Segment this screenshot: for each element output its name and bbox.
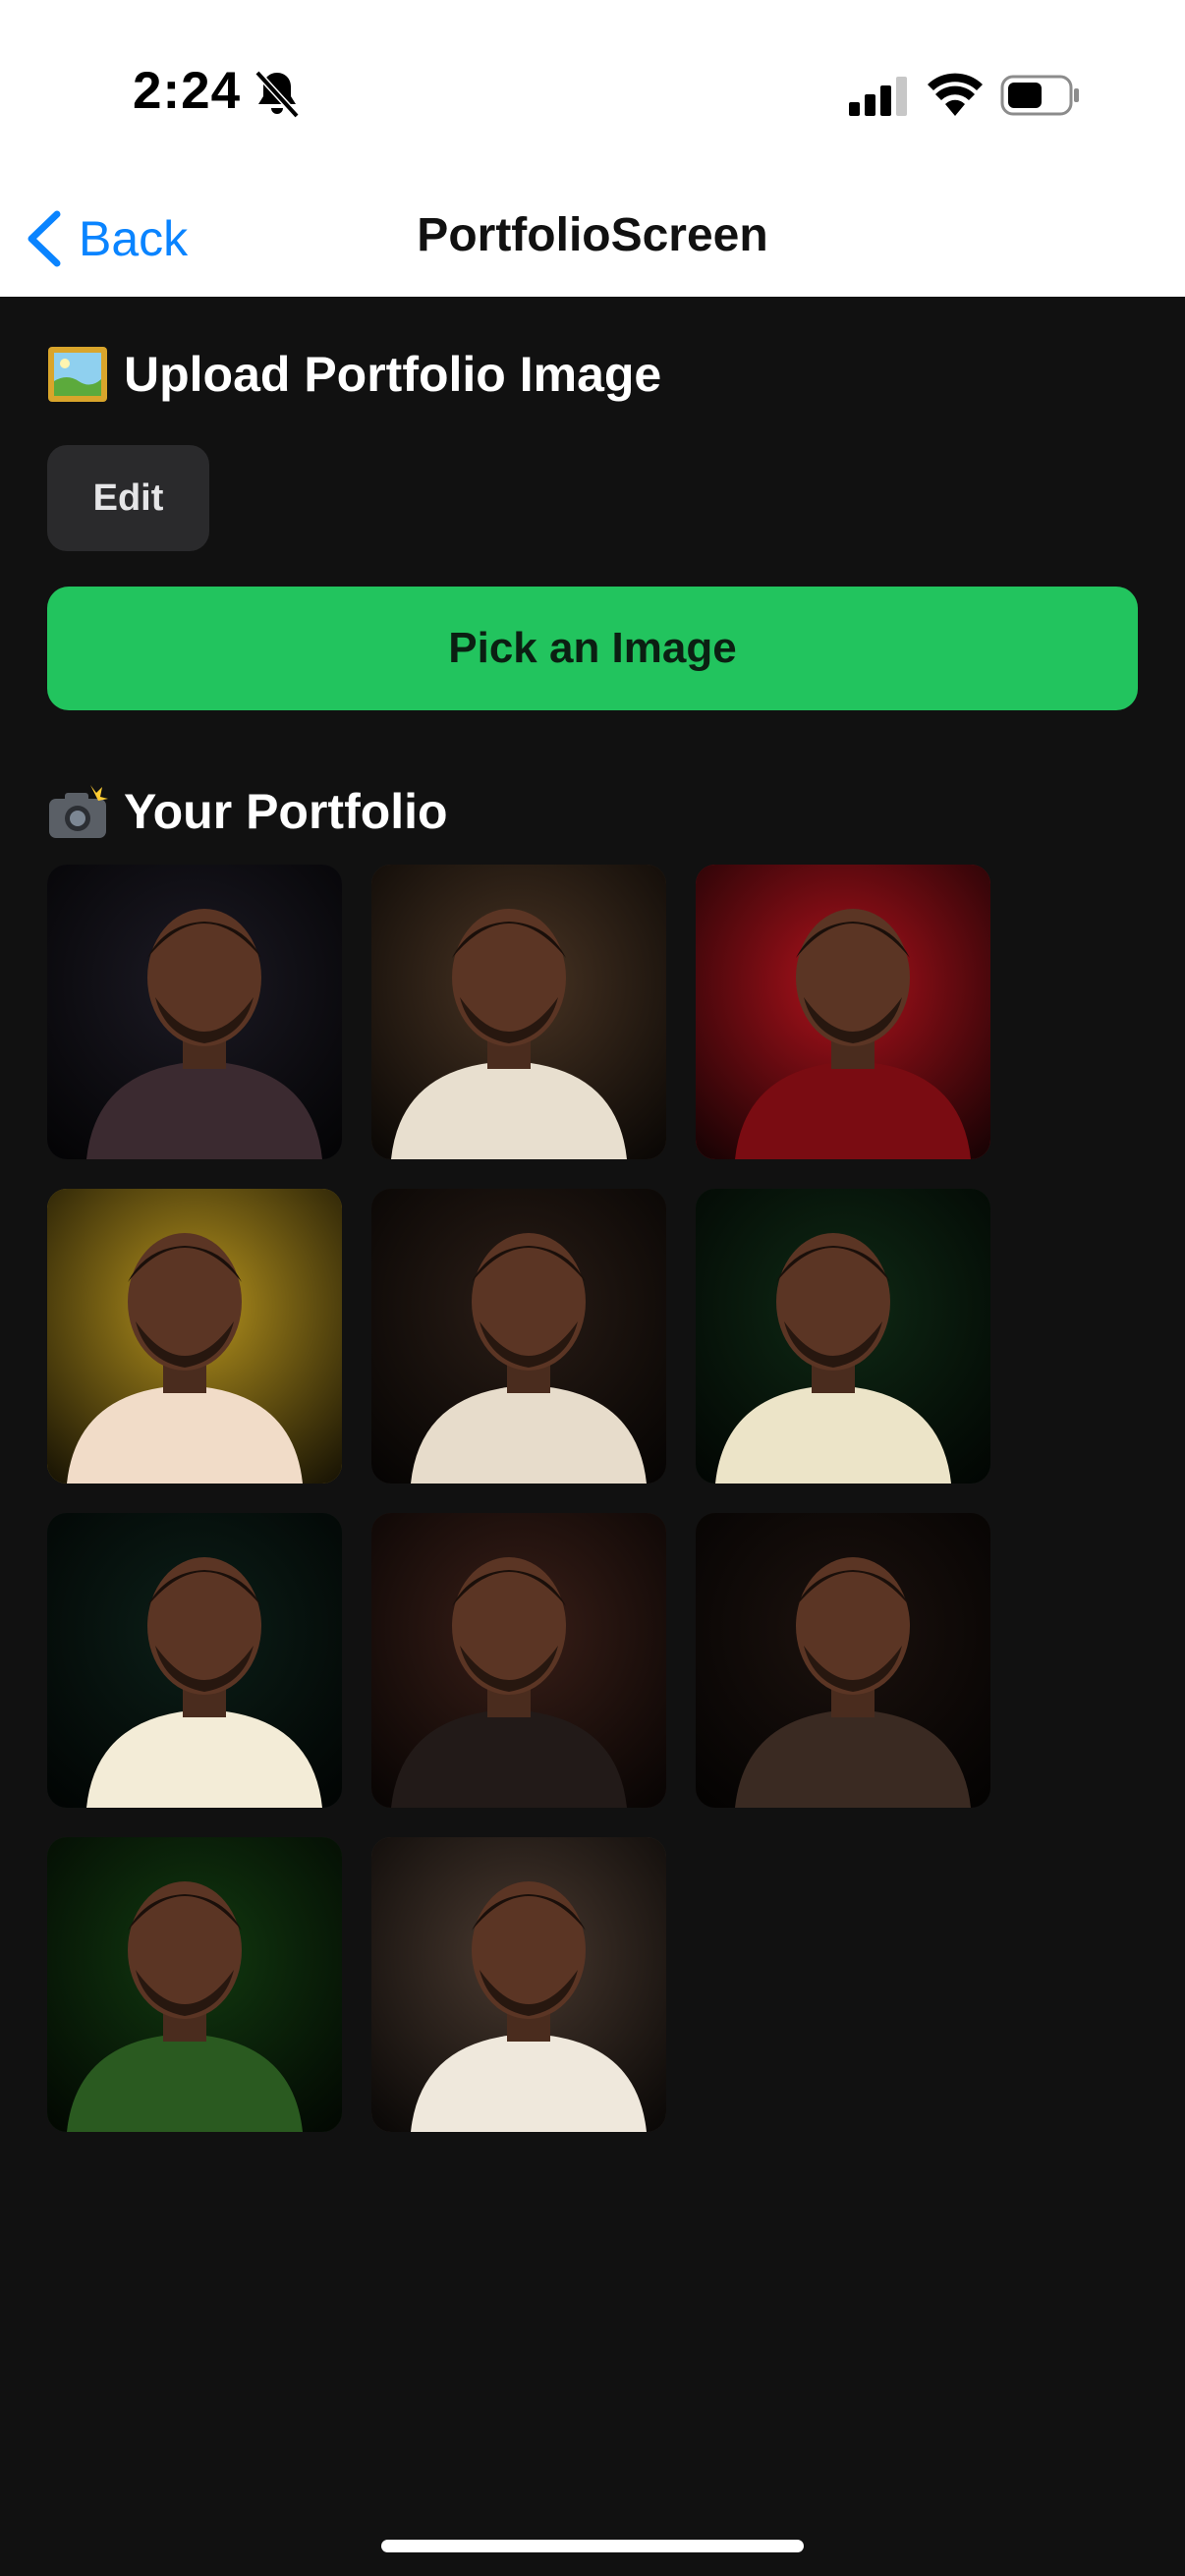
bell-slash-icon <box>254 70 300 119</box>
status-time: 2:24 <box>133 62 242 120</box>
portfolio-image-7[interactable] <box>47 1513 342 1808</box>
portfolio-image-10[interactable] <box>47 1837 342 2132</box>
pick-image-button[interactable]: Pick an Image <box>47 587 1138 710</box>
portfolio-image-3[interactable] <box>696 865 990 1159</box>
portfolio-image-9[interactable] <box>696 1513 990 1808</box>
cellular-signal-icon <box>849 77 907 116</box>
portrait-photo <box>371 1837 666 2132</box>
portrait-photo <box>696 1189 990 1484</box>
camera-flash-icon <box>49 785 108 838</box>
portfolio-image-2[interactable] <box>371 865 666 1159</box>
portrait-photo <box>371 1513 666 1808</box>
framed-picture-icon <box>48 347 107 402</box>
upload-heading-text: Upload Portfolio Image <box>124 347 662 402</box>
portrait-photo <box>696 1513 990 1808</box>
portrait-photo <box>47 865 342 1159</box>
upload-heading: Upload Portfolio Image <box>47 343 661 406</box>
header-area: 2:24 Back PortfolioScreen <box>0 0 1185 297</box>
home-indicator[interactable] <box>381 2540 804 2552</box>
portfolio-heading: Your Portfolio <box>47 780 448 843</box>
portrait-photo <box>371 865 666 1159</box>
portrait-photo <box>47 1189 342 1484</box>
edit-button[interactable]: Edit <box>47 445 209 551</box>
wifi-icon <box>928 73 983 116</box>
portrait-photo <box>696 865 990 1159</box>
portfolio-image-8[interactable] <box>371 1513 666 1808</box>
portfolio-image-11[interactable] <box>371 1837 666 2132</box>
portfolio-heading-text: Your Portfolio <box>124 784 448 839</box>
portrait-photo <box>47 1837 342 2132</box>
portfolio-image-5[interactable] <box>371 1189 666 1484</box>
battery-icon <box>1000 75 1079 116</box>
portfolio-image-4[interactable] <box>47 1189 342 1484</box>
portfolio-image-1[interactable] <box>47 865 342 1159</box>
portfolio-image-6[interactable] <box>696 1189 990 1484</box>
page-title: PortfolioScreen <box>417 209 768 261</box>
portrait-photo <box>371 1189 666 1484</box>
portrait-photo <box>47 1513 342 1808</box>
